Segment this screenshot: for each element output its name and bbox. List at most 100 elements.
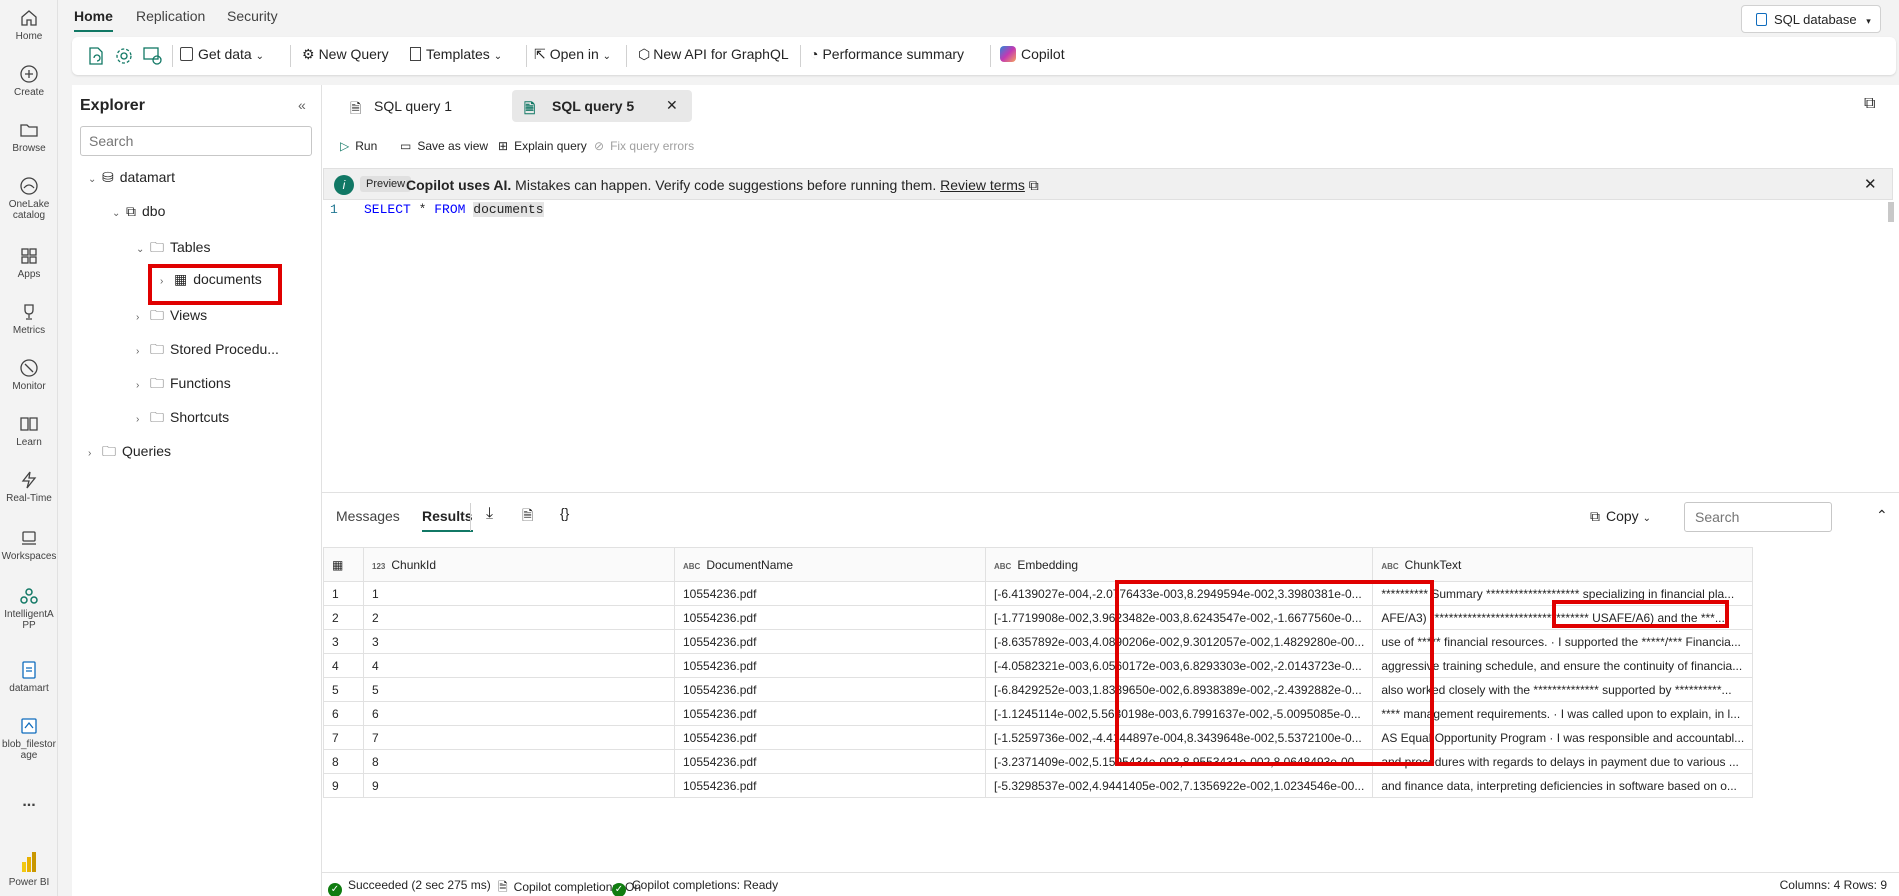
tab-sql-query-5[interactable]: 🗎 SQL query 5 ✕: [512, 90, 692, 122]
close-icon[interactable]: ✕: [666, 97, 678, 114]
cell-embedding[interactable]: [-5.3298537e-002,4.9441405e-002,7.135692…: [984, 773, 1374, 798]
cell-chunktext[interactable]: AFE/A3) ********************************…: [1372, 605, 1754, 630]
rail-intelligentapp[interactable]: IntelligentA PP: [0, 586, 58, 631]
cell-chunkid[interactable]: 1: [363, 581, 675, 606]
templates-button[interactable]: Templates ⌄: [410, 46, 502, 62]
column-header-embedding[interactable]: ABC Embedding: [984, 547, 1374, 582]
rail-home[interactable]: Home: [0, 8, 58, 42]
column-header-chunktext[interactable]: ABC ChunkText: [1372, 547, 1754, 582]
tab-security[interactable]: Security: [227, 8, 278, 24]
tree-item-tables[interactable]: ⌄ 🗀 Tables: [136, 237, 210, 261]
fix-query-errors-button[interactable]: ⊘ Fix query errors: [594, 139, 694, 153]
cell-embedding[interactable]: [-1.1245114e-002,5.5630198e-003,6.799163…: [984, 701, 1374, 726]
rail-create[interactable]: Create: [0, 64, 58, 98]
close-icon[interactable]: ✕: [1864, 175, 1877, 193]
model-view-icon[interactable]: [142, 46, 164, 66]
cell-embedding[interactable]: [-8.6357892e-003,4.0890206e-002,9.301205…: [984, 629, 1374, 654]
document-icon[interactable]: 🗎: [522, 505, 533, 529]
cell-chunkid[interactable]: 7: [363, 725, 675, 750]
cell-chunktext[interactable]: use of ***** financial resources. · I su…: [1372, 629, 1754, 654]
tree-item-stored-procedures[interactable]: › 🗀 Stored Procedu...: [136, 339, 279, 363]
column-header-chunkid[interactable]: 123 ChunkId: [363, 547, 675, 582]
tree-item-views[interactable]: › 🗀 Views: [136, 305, 207, 329]
tree-item-queries[interactable]: › 🗀 Queries: [88, 441, 171, 465]
cell-documentname[interactable]: 10554236.pdf: [674, 701, 986, 726]
cell-chunktext[interactable]: AS Equal Opportunity Program · I was res…: [1372, 725, 1754, 750]
cell-documentname[interactable]: 10554236.pdf: [674, 725, 986, 750]
rail-apps[interactable]: Apps: [0, 246, 58, 280]
cell-chunktext[interactable]: and finance data, interpreting deficienc…: [1372, 773, 1754, 798]
table-row[interactable]: 2 2 10554236.pdf [-1.7719908e-002,3.9623482…: [323, 605, 1754, 630]
cell-chunktext[interactable]: aggressive training schedule, and ensure…: [1372, 653, 1754, 678]
cell-embedding[interactable]: [-6.8429252e-003,1.8389650e-002,6.893838…: [984, 677, 1374, 702]
tree-item-dbo[interactable]: ⌄ ⧉ dbo: [112, 203, 165, 220]
cell-documentname[interactable]: 10554236.pdf: [674, 629, 986, 654]
new-query-button[interactable]: ⚙ New Query: [302, 46, 389, 63]
table-row[interactable]: 8 8 10554236.pdf [-3.2371409e-002,5.1595434…: [323, 749, 1754, 774]
cell-chunktext[interactable]: ********** Summary ******************** …: [1372, 581, 1754, 606]
table-row[interactable]: 7 7 10554236.pdf [-1.5259736e-002,-4.414489…: [323, 725, 1754, 750]
performance-summary-button[interactable]: ◔ Performance summary: [810, 46, 964, 62]
copilot-button[interactable]: Copilot: [1000, 46, 1065, 62]
cell-documentname[interactable]: 10554236.pdf: [674, 677, 986, 702]
cell-documentname[interactable]: 10554236.pdf: [674, 749, 986, 774]
scrollbar[interactable]: [1888, 202, 1894, 222]
table-row[interactable]: 4 4 10554236.pdf [-4.0582321e-003,6.0560172…: [323, 653, 1754, 678]
tab-replication[interactable]: Replication: [136, 8, 205, 24]
rail-realtime[interactable]: Real-Time: [0, 470, 58, 504]
cell-embedding[interactable]: [-3.2371409e-002,5.1595434e-003,8.955343…: [984, 749, 1374, 774]
copy-button[interactable]: ⧉ Copy ⌄: [1590, 508, 1651, 525]
table-row[interactable]: 1 1 10554236.pdf [-6.4139027e-004,-2.077643…: [323, 581, 1754, 606]
cell-embedding[interactable]: [-6.4139027e-004,-2.0776433e-003,8.29495…: [984, 581, 1374, 606]
table-row[interactable]: 5 5 10554236.pdf [-6.8429252e-003,1.8389650…: [323, 677, 1754, 702]
tree-item-datamart[interactable]: ⌄ ⛁ datamart: [88, 169, 175, 186]
get-data-button[interactable]: Get data ⌄: [180, 46, 264, 62]
rail-blob[interactable]: blob_filestor age: [0, 716, 58, 761]
refresh-doc-icon[interactable]: [86, 46, 106, 66]
cell-embedding[interactable]: [-1.5259736e-002,-4.4144897e-004,8.34396…: [984, 725, 1374, 750]
save-as-view-button[interactable]: ▭ Save as view: [400, 139, 488, 153]
rail-workspaces[interactable]: Workspaces: [0, 528, 58, 562]
table-row[interactable]: 9 9 10554236.pdf [-5.3298537e-002,4.9441405…: [323, 773, 1754, 798]
json-icon[interactable]: {}: [560, 505, 569, 521]
rail-datamart[interactable]: datamart: [0, 660, 58, 694]
tree-item-shortcuts[interactable]: › 🗀 Shortcuts: [136, 407, 229, 431]
table-row[interactable]: 3 3 10554236.pdf [-8.6357892e-003,4.0890206…: [323, 629, 1754, 654]
rail-learn[interactable]: Learn: [0, 414, 58, 448]
review-terms-link[interactable]: Review terms: [940, 177, 1025, 193]
tree-item-documents[interactable]: › ▦ documents: [160, 271, 262, 288]
cell-chunktext[interactable]: also worked closely with the ***********…: [1372, 677, 1754, 702]
cell-chunkid[interactable]: 8: [363, 749, 675, 774]
collapse-up-icon[interactable]: ⌃: [1876, 507, 1888, 524]
rail-metrics[interactable]: Metrics: [0, 302, 58, 336]
tab-sql-query-1[interactable]: 🗎 SQL query 1: [334, 90, 494, 122]
results-search-input[interactable]: [1684, 502, 1832, 532]
cell-chunktext[interactable]: **** management requirements. · I was ca…: [1372, 701, 1754, 726]
rail-onelake[interactable]: OneLake catalog: [0, 176, 58, 221]
cell-chunktext[interactable]: and procedures with regards to delays in…: [1372, 749, 1754, 774]
cell-chunkid[interactable]: 2: [363, 605, 675, 630]
tab-home[interactable]: Home: [74, 8, 113, 32]
cell-documentname[interactable]: 10554236.pdf: [674, 653, 986, 678]
rail-browse[interactable]: Browse: [0, 120, 58, 154]
rail-powerbi[interactable]: Power BI: [0, 850, 58, 888]
cell-documentname[interactable]: 10554236.pdf: [674, 773, 986, 798]
cell-chunkid[interactable]: 4: [363, 653, 675, 678]
collapse-panel-icon[interactable]: «: [298, 97, 306, 113]
table-row[interactable]: 6 6 10554236.pdf [-1.1245114e-002,5.5630198…: [323, 701, 1754, 726]
cell-chunkid[interactable]: 9: [363, 773, 675, 798]
database-selector[interactable]: SQL database ▾: [1741, 5, 1881, 33]
tab-results[interactable]: Results: [422, 508, 473, 532]
open-in-button[interactable]: ⇱ Open in ⌄: [534, 46, 611, 63]
select-all-cell[interactable]: ▦: [323, 547, 364, 582]
cell-embedding[interactable]: [-1.7719908e-002,3.9623482e-003,8.624354…: [984, 605, 1374, 630]
rail-monitor[interactable]: Monitor: [0, 358, 58, 392]
cell-documentname[interactable]: 10554236.pdf: [674, 581, 986, 606]
settings-icon[interactable]: [114, 46, 134, 66]
download-icon[interactable]: ⤓: [486, 505, 493, 523]
run-button[interactable]: ▷ Run: [340, 139, 377, 153]
tree-item-functions[interactable]: › 🗀 Functions: [136, 373, 231, 397]
cell-documentname[interactable]: 10554236.pdf: [674, 605, 986, 630]
column-header-documentname[interactable]: ABC DocumentName: [674, 547, 986, 582]
cell-chunkid[interactable]: 3: [363, 629, 675, 654]
